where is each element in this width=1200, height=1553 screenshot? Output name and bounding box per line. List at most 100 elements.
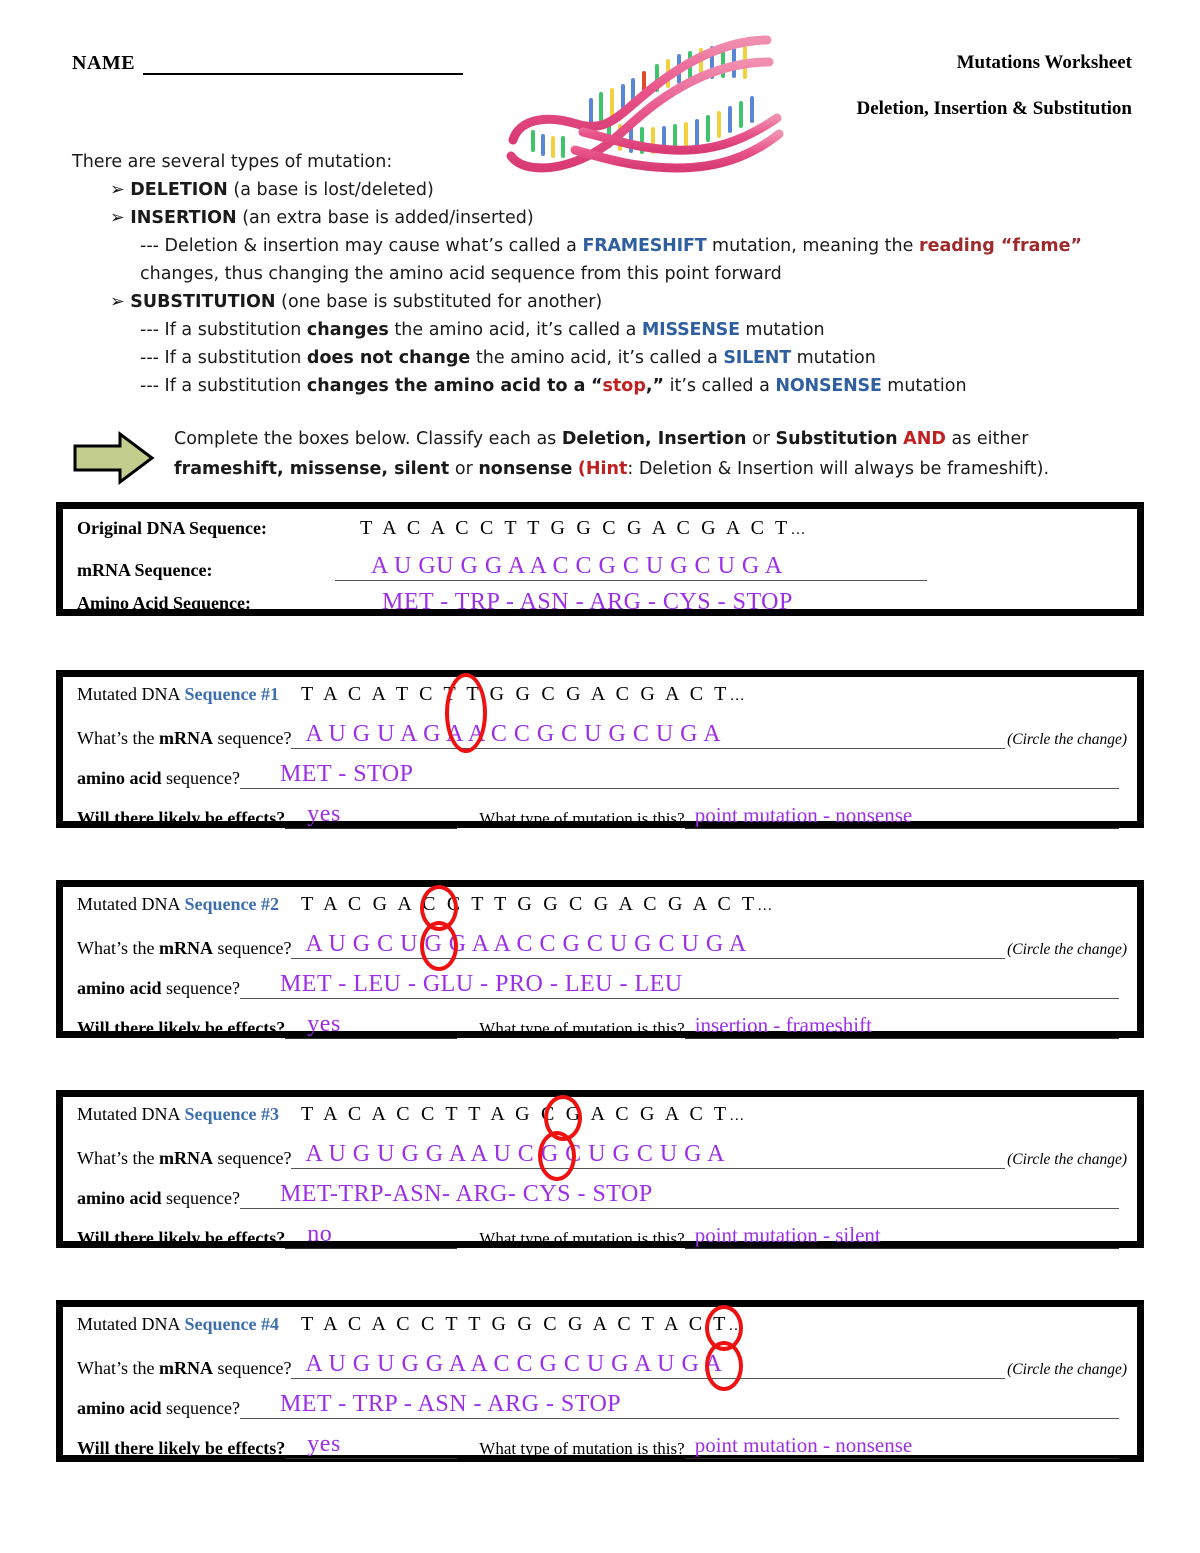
mrna-question-row: What’s the mRNA sequence? A U G U G G A … bbox=[77, 1351, 1127, 1379]
effects-answer-line[interactable]: yes bbox=[285, 1011, 458, 1039]
instruction-text-a: Complete the boxes below. Classify each … bbox=[174, 429, 557, 449]
mrna-answer-line[interactable]: A U G U G G A A C C G C U G A U G A bbox=[291, 1351, 1006, 1379]
mrna-answer-line[interactable]: A U G U G G A A U C G C U G C U G A bbox=[291, 1141, 1006, 1169]
mutated-dna-value: T A C A C C T T G G C G A C T A C T bbox=[300, 1313, 729, 1335]
mutated-dna-label: Mutated DNA bbox=[77, 684, 181, 704]
effects-question-label: Will there likely be effects? bbox=[77, 1438, 286, 1458]
ellipsis: … bbox=[757, 898, 774, 914]
nonsense-text-d: mutation bbox=[887, 376, 967, 396]
instruction-line-1: Complete the boxes below. Classify each … bbox=[174, 424, 1049, 454]
green-arrow-icon bbox=[73, 431, 155, 485]
effects-answer-value: yes bbox=[307, 1431, 341, 1457]
mutated-dna-value: T A C A T C T T G G C G A C G A C T bbox=[300, 683, 730, 705]
amino-answer-line[interactable]: MET-TRP-ASN- ARG- CYS - STOP bbox=[239, 1181, 1119, 1209]
type-answer-line[interactable]: point mutation - nonsense bbox=[684, 1433, 1119, 1459]
reading-frame-term: reading “frame” bbox=[918, 236, 1083, 256]
sequence-number-label: Sequence #4 bbox=[184, 1314, 279, 1334]
silent-emph: does not change bbox=[306, 348, 471, 368]
amino-question-row: amino acid sequence? MET - STOP bbox=[77, 761, 1119, 789]
original-mrna-line[interactable]: A U GU G G A A C C G C U G C U G A bbox=[335, 553, 927, 581]
type-answer-value: point mutation - nonsense bbox=[694, 1433, 913, 1457]
nonsense-term: NONSENSE bbox=[775, 376, 882, 396]
type-question-label: What type of mutation is this? bbox=[479, 1439, 685, 1458]
instruction-text-d: : Deletion & Insertion will always be fr… bbox=[627, 459, 1050, 479]
nonsense-emph: changes the amino acid to a bbox=[306, 376, 586, 396]
missense-emph: changes bbox=[306, 320, 389, 340]
bullet-arrow-icon: ➢ bbox=[110, 180, 125, 200]
instruction-or-2: or bbox=[454, 459, 473, 479]
substitution-emph: Substitution bbox=[775, 429, 898, 449]
mutation-box-2: Mutated DNA Sequence #2 T A C G A C C T … bbox=[56, 880, 1144, 1039]
effects-type-row: Will there likely be effects? no What ty… bbox=[77, 1221, 1119, 1249]
dash-marker: --- bbox=[140, 348, 159, 368]
type-question-label: What type of mutation is this? bbox=[479, 1229, 685, 1248]
type-answer-value: point mutation - nonsense bbox=[694, 803, 913, 827]
name-label: NAME bbox=[72, 52, 136, 74]
insertion-term: INSERTION bbox=[130, 208, 237, 228]
amino-question-row: amino acid sequence? MET-TRP-ASN- ARG- C… bbox=[77, 1181, 1119, 1209]
mrna-question-label: What’s the mRNA sequence? bbox=[77, 1358, 292, 1378]
mutation-box-4: Mutated DNA Sequence #4 T A C A C C T T … bbox=[56, 1300, 1144, 1462]
effects-answer-line[interactable]: yes bbox=[285, 801, 458, 829]
effects-question-label: Will there likely be effects? bbox=[77, 808, 286, 828]
original-amino-row: Amino Acid Sequence: MET - TRP - ASN - A… bbox=[77, 589, 793, 616]
intro-lead: There are several types of mutation: bbox=[72, 152, 393, 172]
bullet-substitution: ➢ SUBSTITUTION (one base is substituted … bbox=[72, 288, 1132, 316]
missense-term: MISSENSE bbox=[641, 320, 740, 340]
type-answer-line[interactable]: point mutation - silent bbox=[684, 1223, 1119, 1249]
instruction-or-1: or bbox=[752, 429, 770, 449]
amino-answer-line[interactable]: MET - STOP bbox=[239, 761, 1119, 789]
dash-marker: --- bbox=[140, 236, 159, 256]
stop-term: stop bbox=[602, 376, 646, 396]
frameshift-note-line2: changes, thus changing the amino acid se… bbox=[72, 260, 1132, 288]
name-input-line[interactable] bbox=[143, 57, 464, 75]
effects-answer-value: no bbox=[307, 1221, 333, 1247]
mutated-dna-row: Mutated DNA Sequence #3 T A C A C C T T … bbox=[77, 1103, 745, 1126]
ellipsis: … bbox=[729, 688, 746, 704]
silent-text-c: the amino acid, it’s called a bbox=[475, 348, 718, 368]
circle-the-change-note: (Circle the change) bbox=[1007, 941, 1127, 958]
amino-answer-line[interactable]: MET - LEU - GLU - PRO - LEU - LEU bbox=[239, 971, 1119, 999]
amino-question-label: amino acid sequence? bbox=[77, 1398, 240, 1418]
bullet-arrow-icon: ➢ bbox=[110, 292, 125, 312]
frameshift-text-a: Deletion & insertion may cause what’s ca… bbox=[164, 236, 577, 256]
effects-type-row: Will there likely be effects? yes What t… bbox=[77, 1011, 1119, 1039]
effects-type-row: Will there likely be effects? yes What t… bbox=[77, 1431, 1119, 1459]
circle-the-change-note: (Circle the change) bbox=[1007, 1361, 1127, 1378]
mrna-question-label: What’s the mRNA sequence? bbox=[77, 938, 292, 958]
amino-question-label: amino acid sequence? bbox=[77, 768, 240, 788]
nonsense-text-a: If a substitution bbox=[164, 376, 302, 396]
page-title: Mutations Worksheet bbox=[956, 52, 1132, 73]
instruction-line-2: frameshift, missense, silent or nonsense… bbox=[174, 454, 1049, 484]
mrna-answer-line[interactable]: A U G U A G A A C C G C U G C U G A bbox=[291, 721, 1006, 749]
silent-text-a: If a substitution bbox=[164, 348, 302, 368]
sequence-number-label: Sequence #1 bbox=[184, 684, 279, 704]
original-dna-value: T A C A C C T T G G C G A C G A C T bbox=[360, 517, 791, 539]
nonsense-note: --- If a substitution changes the amino … bbox=[72, 372, 1132, 400]
amino-question-row: amino acid sequence? MET - TRP - ASN - A… bbox=[77, 1391, 1119, 1419]
mrna-answer-value: A U G U A G A A C C G C U G C U G A bbox=[305, 721, 722, 747]
deletion-term: DELETION bbox=[130, 180, 228, 200]
instruction-text-e: as either bbox=[951, 429, 1029, 449]
mutated-dna-row: Mutated DNA Sequence #1 T A C A T C T T … bbox=[77, 683, 746, 706]
effects-answer-line[interactable]: no bbox=[285, 1221, 458, 1249]
mrna-answer-line[interactable]: A U G C U G G A A C C G C U G C U G A bbox=[291, 931, 1006, 959]
type-answer-line[interactable]: insertion - frameshift bbox=[684, 1013, 1119, 1039]
silent-term: SILENT bbox=[723, 348, 791, 368]
amino-question-label: amino acid sequence? bbox=[77, 1188, 240, 1208]
original-mrna-row: mRNA Sequence: A U GU G G A A C C G C U … bbox=[77, 553, 1127, 581]
effects-answer-line[interactable]: yes bbox=[285, 1431, 458, 1459]
instruction-block: Complete the boxes below. Classify each … bbox=[72, 424, 1142, 486]
types-emph: frameshift, missense, silent bbox=[174, 459, 450, 479]
amino-answer-line[interactable]: MET - TRP - ASN - ARG - STOP bbox=[239, 1391, 1119, 1419]
bullet-deletion: ➢ DELETION (a base is lost/deleted) bbox=[72, 176, 1132, 204]
original-mrna-value: A U GU G G A A C C G C U G C U G A bbox=[371, 553, 783, 579]
deletion-insertion-emph: Deletion, Insertion bbox=[561, 429, 747, 449]
type-answer-line[interactable]: point mutation - nonsense bbox=[684, 803, 1119, 829]
frameshift-text-c: changes, thus changing the amino acid se… bbox=[140, 264, 782, 284]
sequence-number-label: Sequence #3 bbox=[184, 1104, 279, 1124]
sequence-number-label: Sequence #2 bbox=[184, 894, 279, 914]
insertion-desc: (an extra base is added/inserted) bbox=[242, 208, 534, 228]
quote-close: ,” bbox=[645, 376, 665, 396]
missense-text-c: the amino acid, it’s called a bbox=[394, 320, 637, 340]
